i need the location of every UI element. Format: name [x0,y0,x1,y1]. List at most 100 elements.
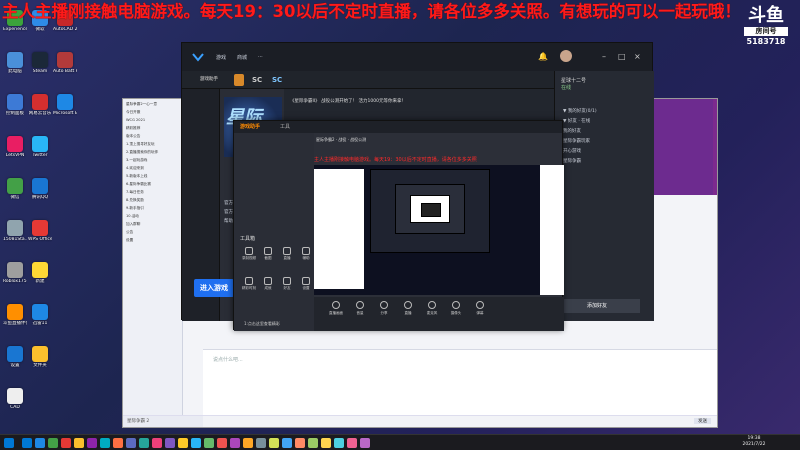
taskbar-app-icon[interactable] [126,438,136,448]
desktop-icon[interactable]: Auto Batt ReCap [53,52,77,74]
desktop-icon[interactable]: 新建 [28,262,52,284]
friend-list-item[interactable]: 星际争霸 [555,157,654,167]
desktop-icon[interactable]: Twitter [28,136,52,158]
start-icon[interactable] [4,438,14,448]
desktop-icon[interactable]: 网易云音乐 [28,94,52,116]
taskbar-app-icon[interactable] [360,438,370,448]
desktop-icon[interactable]: Microsoft Edge [53,94,77,116]
taskbar-app-icon[interactable] [282,438,292,448]
tool-button[interactable]: 辅助 [297,247,315,261]
taskbar-app-icon[interactable] [204,438,214,448]
sidebar-item[interactable]: 星际争霸2一心一意 [126,101,179,107]
tab-sc[interactable]: SC [252,74,262,86]
taskbar-app-icon[interactable] [74,438,84,448]
taskbar-app-icon[interactable] [178,438,188,448]
tool-button[interactable]: 好友 [278,277,296,291]
tool-button[interactable]: 精彩时刻 [240,277,258,291]
tab-game-icon[interactable] [234,74,244,86]
stream-control-button[interactable]: 直播 [396,301,420,316]
taskbar-app-icon[interactable] [22,438,32,448]
taskbar-app-icon[interactable] [243,438,253,448]
desktop-icon[interactable]: 腾讯QQ [28,178,52,200]
desktop-icon[interactable]: Steam [28,52,52,74]
taskbar-app-icon[interactable] [139,438,149,448]
sidebar-item[interactable]: 3.一起玩游戏 [126,157,179,163]
desktop-icon[interactable]: 斗鱼直播伴侣 [3,304,27,326]
taskbar-app-icon[interactable] [256,438,266,448]
sidebar-item[interactable]: 5.新版本上线 [126,173,179,179]
desktop-icon[interactable]: Roblox175... [3,262,27,284]
taskbar-app-icon[interactable] [113,438,123,448]
sidebar-item[interactable]: 8.兑换奖励 [126,197,179,203]
desktop-icon[interactable]: 设置 [3,346,27,368]
send-button[interactable]: 发送 [694,418,711,424]
desktop-icon[interactable]: 控制面板 [3,94,27,116]
desktop-icon[interactable]: 文件夹 [28,346,52,368]
avatar[interactable] [560,50,572,62]
tool-button[interactable]: 录制视频 [240,247,258,261]
stream-control-button[interactable]: 麦克风 [420,301,444,316]
sidebar-item[interactable]: 4.欢迎来到 [126,165,179,171]
game-notice[interactable]: 《星际争霸II》 战役公测开始了！ 活力1000元等你来拿！ [290,95,548,109]
sidebar-item[interactable]: 1.顶上搜寻好友玩 [126,141,179,147]
close-button[interactable]: × [634,52,641,61]
message-compose-area[interactable]: 说点什么吧... 发送 [203,349,717,427]
taskbar-app-icon[interactable] [100,438,110,448]
stream-control-button[interactable]: 分享 [372,301,396,316]
stream-control-button[interactable]: 弹幕 [468,301,492,316]
desktop-icon[interactable]: CAD [3,388,27,410]
friend-list-item[interactable]: ▼ 好友 · 在线 [555,117,654,127]
sidebar-item[interactable]: 今日开服 [126,109,179,115]
taskbar-app-icon[interactable] [87,438,97,448]
taskbar-app-icon[interactable] [230,438,240,448]
taskbar-app-icon[interactable] [321,438,331,448]
tab-sc2[interactable]: SC [272,74,282,86]
tool-button[interactable]: 截图 [259,247,277,261]
taskbar-app-icon[interactable] [35,438,45,448]
stream-tab-tools[interactable]: 工具 [280,123,290,130]
tab-assistant[interactable]: 游戏助手 [200,74,218,86]
bell-icon[interactable]: 🔔 [538,52,548,61]
desktop-icon[interactable]: LetsVPN [3,136,27,158]
nav-more[interactable]: ··· [258,54,263,60]
stream-control-button[interactable]: 音量 [348,301,372,316]
start-game-button[interactable]: 进入游戏 [194,279,234,297]
add-friend-button[interactable]: 添加好友 [554,299,640,313]
sidebar-item[interactable]: 6.星际争霸比赛 [126,181,179,187]
taskbar-app-icon[interactable] [165,438,175,448]
taskbar-app-icon[interactable] [308,438,318,448]
stream-window[interactable]: 游戏助手 工具 工具箱 录制视频 截图 直播 辅助 精彩时刻 成就 好友 设置 星际争霸2 ·… [233,120,564,331]
sidebar-item[interactable]: 10.活动 [126,213,179,219]
sidebar-item[interactable]: 9.新手指引 [126,205,179,211]
friend-list-item[interactable]: 星际争霸玩家 [555,137,654,147]
sidebar-item[interactable]: 设置 [126,237,179,243]
desktop-icon[interactable]: 此电脑 [3,52,27,74]
desktop-icon[interactable]: 微信 [3,178,27,200]
user-info[interactable]: 星球十二号 在线 [561,77,586,91]
desktop-icon[interactable]: 迅雷11 [28,304,52,326]
desktop-icon[interactable]: WPS Office [28,220,52,242]
minimize-button[interactable]: – [602,52,606,61]
taskbar-app-icon[interactable] [48,438,58,448]
taskbar-clock[interactable]: 19:38 2021/7/22 [734,436,774,448]
sidebar-item[interactable]: 公告 [126,229,179,235]
maximize-button[interactable]: □ [618,52,626,61]
friend-list-item[interactable]: ▼ 我的好友(0/1) [555,107,654,117]
tool-button[interactable]: 直播 [278,247,296,261]
taskbar-app-icon[interactable] [334,438,344,448]
taskbar-app-icon[interactable] [61,438,71,448]
tool-button[interactable]: 设置 [297,277,315,291]
friend-list-item[interactable]: 我的好友 [555,127,654,137]
sidebar-item[interactable]: 7.每日任务 [126,189,179,195]
stream-control-button[interactable]: 摄像头 [444,301,468,316]
sidebar-item[interactable]: 加入群聊 [126,221,179,227]
taskbar-app-icon[interactable] [295,438,305,448]
taskbar-app-icon[interactable] [269,438,279,448]
nav-store[interactable]: 商城 [237,54,247,61]
sidebar-item[interactable]: 精彩推荐 [126,125,179,131]
stream-tab-assistant[interactable]: 游戏助手 [240,123,260,130]
taskbar-app-icon[interactable] [347,438,357,448]
taskbar-app-icon[interactable] [217,438,227,448]
taskbar-app-icon[interactable] [191,438,201,448]
friend-list-item[interactable]: 开心游戏 [555,147,654,157]
